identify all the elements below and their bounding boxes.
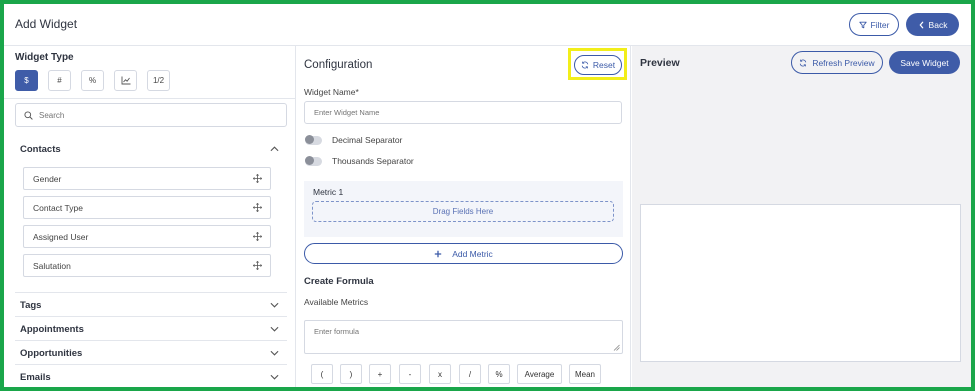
section-label: Emails <box>20 371 51 383</box>
filter-icon <box>858 21 867 28</box>
operator-percent-button[interactable]: % <box>488 364 510 384</box>
section-opportunities[interactable]: Opportunities <box>4 341 295 365</box>
available-metrics-label: Available Metrics <box>304 297 369 307</box>
reset-button[interactable]: Reset <box>574 55 622 75</box>
resize-handle-icon[interactable] <box>613 344 620 351</box>
field-item-salutation[interactable]: Salutation <box>23 254 271 277</box>
search-input[interactable] <box>39 110 259 120</box>
type-number-button[interactable]: # <box>48 70 71 91</box>
save-widget-label: Save Widget <box>900 57 949 68</box>
chevron-down-icon <box>270 302 279 308</box>
widget-name-input[interactable] <box>304 101 622 124</box>
back-button-label: Back <box>928 19 948 30</box>
add-metric-button[interactable]: Add Metric <box>304 243 623 264</box>
field-label: Salutation <box>33 260 71 271</box>
line-chart-icon <box>121 76 130 85</box>
field-item-gender[interactable]: Gender <box>23 167 271 190</box>
thousands-separator-toggle[interactable] <box>305 155 322 166</box>
filter-button-label: Filter <box>870 19 890 30</box>
operator-close-paren-button[interactable]: ) <box>340 364 362 384</box>
field-label: Gender <box>33 173 62 184</box>
page-title: Add Widget <box>15 17 78 31</box>
field-label: Contact Type <box>33 202 83 213</box>
thousands-separator-label: Thousands Separator <box>332 156 414 166</box>
configuration-panel: Configuration Reset Widget Name* Decimal… <box>296 46 631 387</box>
type-chart-button[interactable] <box>114 70 137 91</box>
divider <box>4 98 295 99</box>
field-item-assigned-user[interactable]: Assigned User <box>23 225 271 248</box>
refresh-icon <box>581 61 589 69</box>
add-metric-label: Add Metric <box>452 248 493 259</box>
decimal-separator-toggle[interactable] <box>305 134 322 145</box>
save-widget-button[interactable]: Save Widget <box>889 51 960 74</box>
chevron-down-icon <box>270 326 279 332</box>
operator-plus-button[interactable]: + <box>369 364 391 384</box>
create-formula-title: Create Formula <box>304 276 374 287</box>
formula-input[interactable] <box>304 320 623 354</box>
chevron-up-icon <box>270 146 279 152</box>
chevron-left-icon <box>919 21 923 28</box>
section-label: Appointments <box>20 323 84 335</box>
widget-type-title: Widget Type <box>15 52 74 63</box>
chevron-down-icon <box>270 374 279 380</box>
filter-button[interactable]: Filter <box>849 13 899 36</box>
decimal-separator-label: Decimal Separator <box>332 135 403 145</box>
section-appointments[interactable]: Appointments <box>4 317 295 341</box>
metric-label: Metric 1 <box>313 187 344 197</box>
operator-average-button[interactable]: Average <box>517 364 562 384</box>
preview-canvas <box>640 204 961 362</box>
drag-handle-icon[interactable] <box>253 203 262 212</box>
type-currency-button[interactable]: $ <box>15 70 38 91</box>
configuration-title: Configuration <box>304 59 373 71</box>
operator-open-paren-button[interactable]: ( <box>311 364 333 384</box>
search-box[interactable] <box>15 103 287 127</box>
metric-card: Metric 1 Drag Fields Here <box>304 181 623 237</box>
back-button[interactable]: Back <box>906 13 959 36</box>
preview-panel: Preview Refresh Preview Save Widget <box>632 46 971 387</box>
drag-handle-icon[interactable] <box>253 174 262 183</box>
section-emails[interactable]: Emails <box>4 365 295 387</box>
field-label: Assigned User <box>33 231 89 242</box>
widget-name-label: Widget Name* <box>304 87 359 97</box>
decimal-separator-row: Decimal Separator <box>305 134 403 145</box>
dropzone-label: Drag Fields Here <box>432 207 494 216</box>
section-label: Contacts <box>20 143 61 155</box>
section-label: Opportunities <box>20 347 83 359</box>
widget-type-options: $ # % 1/2 <box>15 70 170 91</box>
operator-divide-button[interactable]: / <box>459 364 481 384</box>
section-label: Tags <box>20 299 42 311</box>
reset-button-label: Reset <box>592 60 616 70</box>
app-frame: Add Widget Filter Back Widget Type $ # %… <box>0 0 975 391</box>
operator-mean-button[interactable]: Mean <box>569 364 601 384</box>
drag-handle-icon[interactable] <box>253 232 262 241</box>
plus-icon <box>434 250 442 257</box>
thousands-separator-row: Thousands Separator <box>305 155 414 166</box>
refresh-preview-label: Refresh Preview <box>812 57 875 68</box>
chevron-down-icon <box>270 350 279 356</box>
section-tags[interactable]: Tags <box>4 293 295 317</box>
refresh-icon <box>800 58 807 67</box>
type-percent-button[interactable]: % <box>81 70 104 91</box>
preview-title: Preview <box>640 57 680 69</box>
refresh-preview-button[interactable]: Refresh Preview <box>791 51 883 74</box>
drag-handle-icon[interactable] <box>253 261 262 270</box>
page-header: Add Widget Filter Back <box>4 4 971 46</box>
operator-multiply-button[interactable]: x <box>429 364 451 384</box>
operator-minus-button[interactable]: - <box>399 364 421 384</box>
section-contacts[interactable]: Contacts <box>4 137 295 161</box>
field-item-contact-type[interactable]: Contact Type <box>23 196 271 219</box>
drag-fields-dropzone[interactable]: Drag Fields Here <box>312 201 614 222</box>
search-icon <box>24 110 33 120</box>
type-fraction-button[interactable]: 1/2 <box>147 70 170 91</box>
fields-panel: Widget Type $ # % 1/2 Contacts Gender Co… <box>4 46 296 387</box>
